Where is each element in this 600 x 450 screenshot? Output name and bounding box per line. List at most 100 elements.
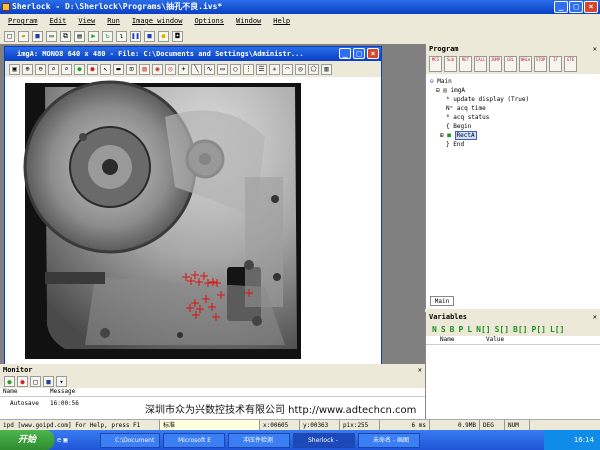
fit-icon[interactable]: ▣ bbox=[9, 63, 20, 75]
menu-window[interactable]: Window bbox=[236, 17, 261, 25]
copy-icon[interactable]: ⧉ bbox=[60, 30, 71, 42]
new-file-icon[interactable]: □ bbox=[4, 30, 15, 42]
zoom-out-icon[interactable]: ⊖ bbox=[35, 63, 46, 75]
panel-close-icon[interactable]: ✕ bbox=[593, 44, 597, 54]
arc-tool-icon[interactable]: ◠ bbox=[282, 63, 293, 75]
ime-indicator[interactable]: 标准 bbox=[160, 419, 260, 431]
task-inspection[interactable]: 冲压件检测 bbox=[228, 432, 290, 448]
print-icon[interactable]: ▭ bbox=[46, 30, 57, 42]
run-icon[interactable]: ▶ bbox=[88, 30, 99, 42]
task-sherlock[interactable]: Sherlock - bbox=[293, 432, 355, 448]
program-toolbar-button-call[interactable]: CALL bbox=[474, 56, 487, 72]
camera-image[interactable] bbox=[5, 77, 381, 364]
monitor-red-icon[interactable]: ● bbox=[17, 376, 28, 387]
monitor-close-icon[interactable]: ✕ bbox=[418, 366, 422, 375]
monitor-options-icon[interactable]: ▾ bbox=[56, 376, 67, 387]
start-button[interactable]: 开始 bbox=[0, 430, 54, 450]
tab-main[interactable]: Main bbox=[430, 296, 454, 306]
monitor-green-icon[interactable]: ● bbox=[4, 376, 15, 387]
image-maximize-button[interactable]: □ bbox=[353, 48, 365, 59]
point-tool-icon[interactable]: + bbox=[178, 63, 189, 75]
image-minimize-button[interactable]: _ bbox=[339, 48, 351, 59]
tree-item-recta[interactable]: ⊞ ■ RectA bbox=[440, 131, 477, 140]
step-icon[interactable]: ↴ bbox=[116, 30, 127, 42]
open-folder-icon[interactable]: ▰ bbox=[18, 30, 29, 42]
target-icon[interactable]: ◎ bbox=[165, 63, 176, 75]
overlay-icon[interactable]: ⊡ bbox=[126, 63, 137, 75]
tree-item-acq-status[interactable]: ᴮ acq status bbox=[446, 114, 489, 121]
close-button[interactable]: × bbox=[584, 1, 598, 13]
polyline-tool-icon[interactable]: ∿ bbox=[204, 63, 215, 75]
tree-item-imga[interactable]: ⊟ ▤ imgA bbox=[436, 87, 465, 94]
program-toolbar-button-ret[interactable]: RET bbox=[459, 56, 472, 72]
menu-run[interactable]: Run bbox=[107, 17, 120, 25]
image-close-button[interactable]: × bbox=[367, 48, 379, 59]
menu-help[interactable]: Help bbox=[273, 17, 290, 25]
tree-item-begin[interactable]: { Begin bbox=[446, 123, 471, 130]
program-toolbar-button-if[interactable]: IF bbox=[549, 56, 562, 72]
green-light-icon[interactable]: ● bbox=[74, 63, 85, 75]
red-light-icon[interactable]: ● bbox=[87, 63, 98, 75]
variable-type-button[interactable]: L[] bbox=[550, 325, 564, 334]
menu-program[interactable]: Program bbox=[8, 17, 38, 25]
tree-item-main[interactable]: ⊖ Main bbox=[430, 78, 452, 85]
tree-item-update-display[interactable]: ᵇ update display (True) bbox=[446, 96, 529, 103]
image-toolbar: ▣ ⊕ ⊖ ⌕ ⌕ ● ● ↖ ▬ ⊡ ▨ ◉ ◎ + ╲ ∿ ▭ ○ ⋮ ☰ … bbox=[5, 61, 381, 77]
variable-type-button[interactable]: S[] bbox=[495, 325, 509, 334]
paste-icon[interactable]: ▤ bbox=[74, 30, 85, 42]
variable-type-button[interactable]: B[] bbox=[513, 325, 527, 334]
program-toolbar-button-jump[interactable]: JUMP bbox=[489, 56, 502, 72]
lightbulb-icon[interactable]: ● bbox=[158, 30, 169, 42]
program-toolbar-button-stop[interactable]: STOP bbox=[534, 56, 547, 72]
capture-icon[interactable]: ▬ bbox=[113, 63, 124, 75]
spoke-tool-icon[interactable]: ✳ bbox=[269, 63, 280, 75]
task-explorer[interactable]: C:\Document bbox=[100, 432, 160, 448]
region-tool-icon[interactable]: ▥ bbox=[321, 63, 332, 75]
variable-type-button[interactable]: N[] bbox=[476, 325, 490, 334]
ie-icon[interactable]: e bbox=[57, 436, 61, 444]
camera-icon[interactable]: ◘ bbox=[172, 30, 183, 42]
menu-options[interactable]: Options bbox=[194, 17, 224, 25]
program-toolbar-button-gte[interactable]: GTE bbox=[564, 56, 577, 72]
program-toolbar-button-mcs[interactable]: MCS bbox=[429, 56, 442, 72]
run-loop-icon[interactable]: ↻ bbox=[102, 30, 113, 42]
variable-type-button[interactable]: S bbox=[441, 325, 446, 334]
program-toolbar-button-lbl[interactable]: LBL bbox=[504, 56, 517, 72]
zoom-reset-icon[interactable]: ⌕ bbox=[61, 63, 72, 75]
variable-type-button[interactable]: P[] bbox=[532, 325, 546, 334]
zoom-in-icon[interactable]: ⊕ bbox=[22, 63, 33, 75]
monitor-save-icon[interactable]: ■ bbox=[43, 376, 54, 387]
monitor-new-icon[interactable]: □ bbox=[30, 376, 41, 387]
rake-tool-icon[interactable]: ☰ bbox=[256, 63, 267, 75]
variable-type-button[interactable]: L bbox=[467, 325, 472, 334]
menu-view[interactable]: View bbox=[78, 17, 95, 25]
circle-tool-icon[interactable]: ○ bbox=[230, 63, 241, 75]
variables-close-icon[interactable]: ✕ bbox=[593, 312, 597, 322]
grid-tool-icon[interactable]: ⋮ bbox=[243, 63, 254, 75]
image-source-icon[interactable]: ▨ bbox=[139, 63, 150, 75]
line-tool-icon[interactable]: ╲ bbox=[191, 63, 202, 75]
menu-edit[interactable]: Edit bbox=[50, 17, 67, 25]
maximize-button[interactable]: □ bbox=[569, 1, 583, 13]
tree-item-acq-time[interactable]: Nᵉ acq time bbox=[446, 105, 486, 112]
record-icon[interactable]: ◉ bbox=[152, 63, 163, 75]
tree-item-end[interactable]: } End bbox=[446, 141, 464, 148]
poly-tool-icon[interactable]: ⬠ bbox=[308, 63, 319, 75]
variable-type-button[interactable]: B bbox=[450, 325, 455, 334]
task-paint[interactable]: 未命名 - 画图 bbox=[358, 432, 420, 448]
task-excel[interactable]: Microsoft E bbox=[163, 432, 225, 448]
variable-type-button[interactable]: P bbox=[458, 325, 463, 334]
annulus-tool-icon[interactable]: ◎ bbox=[295, 63, 306, 75]
program-toolbar-button-sub[interactable]: Sub bbox=[444, 56, 457, 72]
variable-type-button[interactable]: N bbox=[432, 325, 437, 334]
minimize-button[interactable]: _ bbox=[554, 1, 568, 13]
pause-icon[interactable]: ❚❚ bbox=[130, 30, 141, 42]
zoom-icon[interactable]: ⌕ bbox=[48, 63, 59, 75]
pointer-icon[interactable]: ↖ bbox=[100, 63, 111, 75]
desktop-icon[interactable]: ▣ bbox=[63, 436, 67, 444]
menu-image-window[interactable]: Image window bbox=[132, 17, 183, 25]
rect-tool-icon[interactable]: ▭ bbox=[217, 63, 228, 75]
program-toolbar-button-whle[interactable]: WHLe bbox=[519, 56, 532, 72]
save-icon[interactable]: ■ bbox=[32, 30, 43, 42]
stop-icon[interactable]: ■ bbox=[144, 30, 155, 42]
